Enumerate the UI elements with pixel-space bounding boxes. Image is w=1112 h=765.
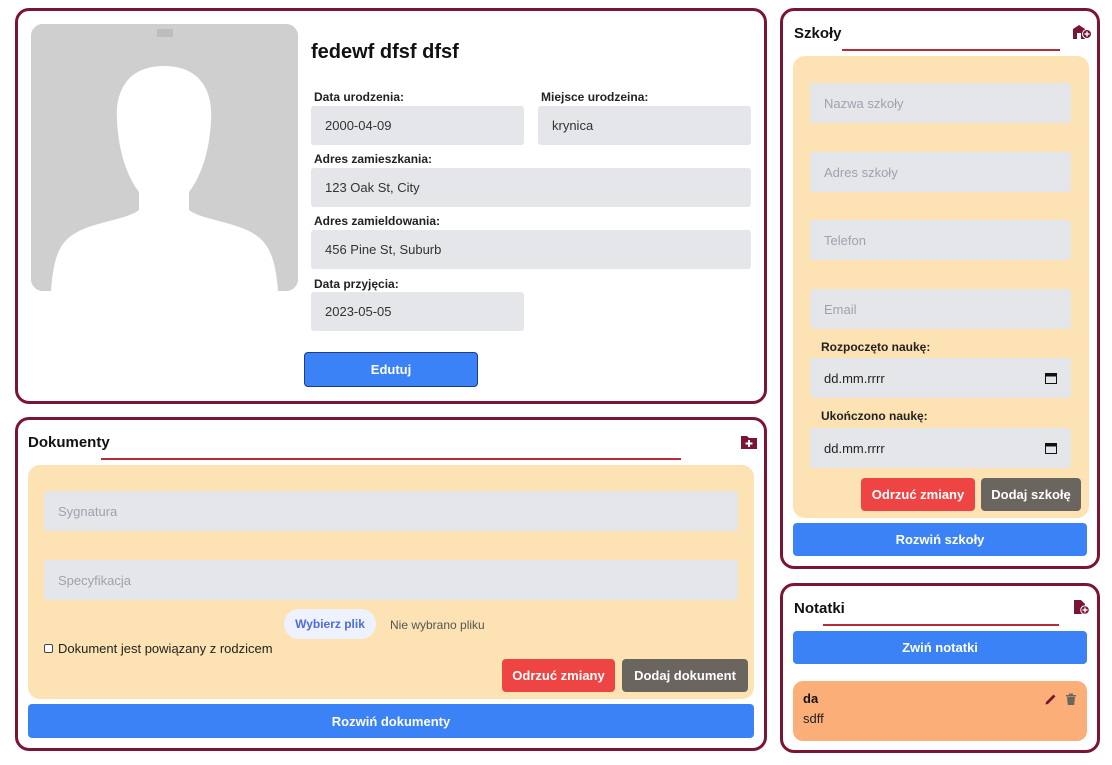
- birth-date-field: 2000-04-09: [311, 106, 524, 145]
- notes-title-underline: [823, 624, 1059, 626]
- add-school-button[interactable]: Dodaj szkołę: [981, 478, 1081, 511]
- file-status-text: Nie wybrano pliku: [390, 618, 485, 632]
- schools-title-underline: [842, 49, 1060, 51]
- birth-place-label: Miejsce urodzeina:: [541, 90, 649, 104]
- school-plus-icon[interactable]: [1072, 24, 1092, 40]
- discard-school-button[interactable]: Odrzuć zmiany: [861, 478, 975, 511]
- school-phone-input[interactable]: Telefon: [810, 220, 1071, 260]
- admission-date-field: 2023-05-05: [311, 292, 524, 331]
- documents-card: Dokumenty Sygnatura Specyfikacja Wybierz…: [15, 417, 767, 751]
- student-name: fedewf dfsf dfsf: [311, 41, 459, 63]
- edit-button[interactable]: Edutuj: [304, 352, 478, 387]
- end-date-input[interactable]: dd.mm.rrrr: [810, 428, 1071, 468]
- start-date-label: Rozpoczęto naukę:: [821, 340, 931, 354]
- file-plus-icon[interactable]: [1072, 599, 1090, 615]
- documents-title: Dokumenty: [28, 434, 110, 451]
- school-form-panel: Nazwa szkoły Adres szkoły Telefon Email …: [793, 56, 1089, 518]
- profile-card: fedewf dfsf dfsf Data urodzenia: 2000-04…: [15, 8, 767, 404]
- birth-date-label: Data urodzenia:: [314, 90, 405, 104]
- school-name-input[interactable]: Nazwa szkoły: [810, 83, 1071, 123]
- school-address-input[interactable]: Adres szkoły: [810, 152, 1071, 192]
- pencil-icon[interactable]: [1044, 692, 1058, 706]
- signature-input[interactable]: Sygnatura: [44, 491, 738, 531]
- notes-title: Notatki: [794, 600, 845, 617]
- choose-file-button[interactable]: Wybierz plik: [284, 609, 376, 639]
- schools-title: Szkoły: [794, 25, 842, 42]
- notes-card: Notatki Zwiń notatki da sdff: [780, 583, 1100, 753]
- documents-title-underline: [101, 458, 681, 460]
- birth-place-field: krynica: [538, 106, 751, 145]
- note-title: da: [803, 691, 819, 706]
- document-form-panel: Sygnatura Specyfikacja Wybierz plik Nie …: [28, 465, 754, 699]
- avatar: [31, 24, 298, 291]
- folder-plus-icon[interactable]: [740, 434, 758, 450]
- parent-link-label: Dokument jest powiązany z rodzicem: [58, 641, 273, 656]
- note-card: da sdff: [793, 681, 1087, 741]
- start-date-value: dd.mm.rrrr: [824, 370, 885, 386]
- end-date-label: Ukończono naukę:: [821, 409, 928, 423]
- admission-date-label: Data przyjęcia:: [314, 277, 399, 291]
- discard-document-button[interactable]: Odrzuć zmiany: [502, 659, 615, 692]
- registered-address-label: Adres zamieldowania:: [314, 214, 441, 228]
- checkbox-box[interactable]: [44, 644, 53, 653]
- calendar-icon[interactable]: [1045, 372, 1057, 384]
- parent-link-checkbox[interactable]: Dokument jest powiązany z rodzicem: [44, 641, 273, 656]
- calendar-icon[interactable]: [1045, 442, 1057, 454]
- start-date-input[interactable]: dd.mm.rrrr: [810, 358, 1071, 398]
- note-body: sdff: [803, 711, 824, 726]
- trash-icon[interactable]: [1064, 692, 1078, 706]
- expand-documents-button[interactable]: Rozwiń dokumenty: [28, 704, 754, 738]
- school-email-input[interactable]: Email: [810, 289, 1071, 329]
- collapse-notes-button[interactable]: Zwiń notatki: [793, 631, 1087, 664]
- end-date-value: dd.mm.rrrr: [824, 440, 885, 456]
- expand-schools-button[interactable]: Rozwiń szkoły: [793, 523, 1087, 556]
- person-silhouette-icon: [31, 24, 298, 291]
- specification-input[interactable]: Specyfikacja: [44, 560, 738, 600]
- schools-card: Szkoły Nazwa szkoły Adres szkoły Telefon…: [780, 8, 1100, 569]
- registered-address-field: 456 Pine St, Suburb: [311, 230, 751, 269]
- residence-label: Adres zamieszkania:: [314, 152, 433, 166]
- add-document-button[interactable]: Dodaj dokument: [622, 659, 748, 692]
- residence-field: 123 Oak St, City: [311, 168, 751, 207]
